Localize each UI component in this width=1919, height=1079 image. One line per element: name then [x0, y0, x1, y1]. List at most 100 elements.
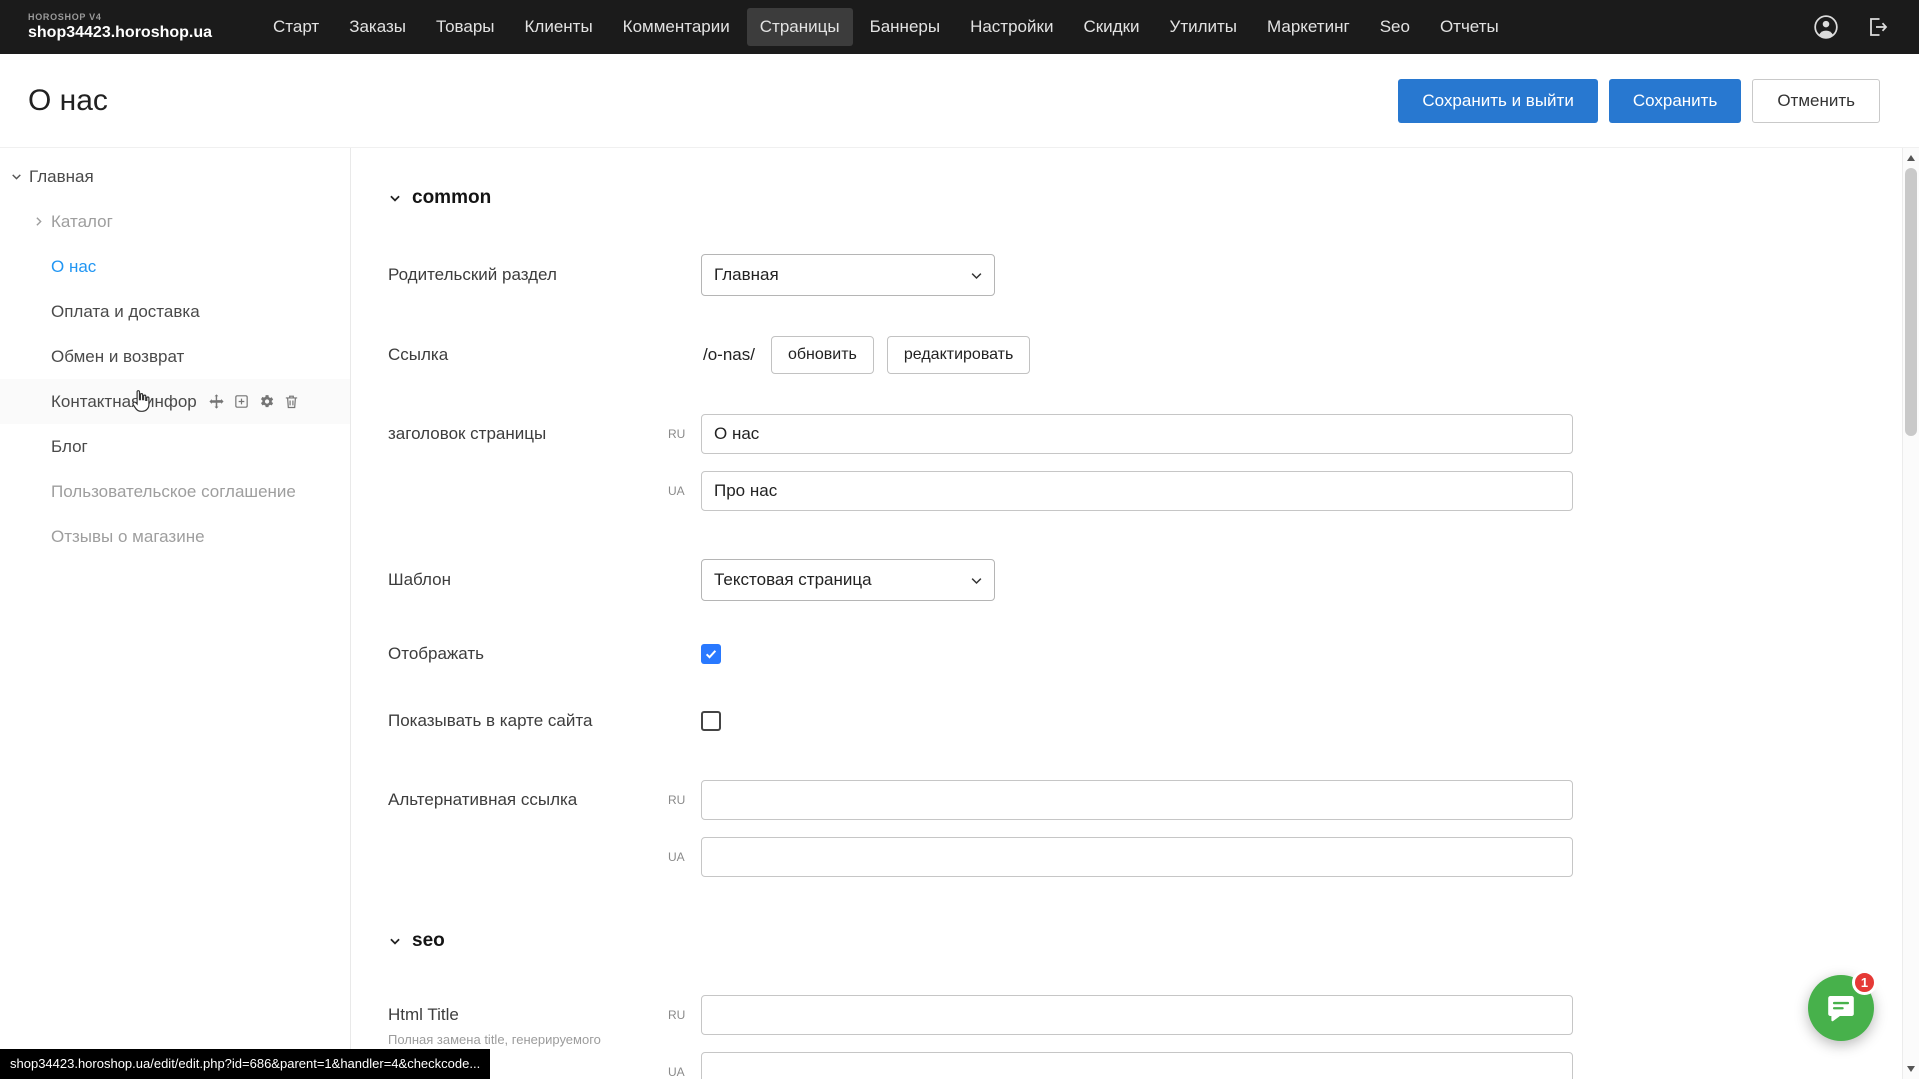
- nav-item-comments[interactable]: Комментарии: [610, 8, 743, 46]
- tree-item-kontaktnaya[interactable]: Контактная инфор: [0, 379, 350, 424]
- save-and-exit-button[interactable]: Сохранить и выйти: [1398, 79, 1597, 123]
- edit-form: common Родительский раздел Главная Ссылк…: [352, 148, 1902, 1079]
- alt-link-row: Альтернативная ссылка RU UA: [388, 780, 1902, 877]
- html-title-label: Html Title: [388, 1004, 668, 1025]
- pages-tree-sidebar: Главная Каталог О нас Оплата и доставка …: [0, 148, 351, 1079]
- parent-section-label: Родительский раздел: [388, 264, 668, 285]
- tree-item-label: Обмен и возврат: [51, 347, 184, 367]
- alt-link-ru-input[interactable]: [701, 780, 1573, 820]
- tree-item-label: Контактная инфор: [51, 392, 197, 412]
- nav-item-pages[interactable]: Страницы: [747, 8, 853, 46]
- html-title-row: Html Title Полная замена title, генериру…: [388, 995, 1902, 1079]
- sitemap-label: Показывать в карте сайта: [388, 710, 668, 731]
- nav-item-marketing[interactable]: Маркетинг: [1254, 8, 1363, 46]
- nav-item-products[interactable]: Товары: [423, 8, 507, 46]
- topbar: HOROSHOP V4 shop34423.horoshop.ua Старт …: [0, 0, 1919, 54]
- nav-item-start[interactable]: Старт: [260, 8, 332, 46]
- tree-item-actions: [208, 393, 300, 410]
- nav-item-settings[interactable]: Настройки: [957, 8, 1066, 46]
- html-title-ua-input[interactable]: [701, 1052, 1573, 1079]
- page-title: О нас: [28, 84, 108, 118]
- tree-item-label: Блог: [51, 437, 88, 457]
- tree-item-label: О нас: [51, 257, 96, 277]
- html-title-hint: Полная замена title, генерируемого: [388, 1032, 668, 1048]
- alt-link-label: Альтернативная ссылка: [388, 780, 668, 810]
- nav-item-seo[interactable]: Seo: [1367, 8, 1423, 46]
- tree-item-oplata[interactable]: Оплата и доставка: [0, 289, 350, 334]
- lang-badge-ru: RU: [668, 793, 701, 807]
- add-icon[interactable]: [233, 393, 250, 410]
- page-title-ua-input[interactable]: [701, 471, 1573, 511]
- tree-item-blog[interactable]: Блог: [0, 424, 350, 469]
- page-title-ru-input[interactable]: [701, 414, 1573, 454]
- move-icon[interactable]: [208, 393, 225, 410]
- lang-badge-ru: RU: [668, 427, 701, 441]
- status-url-tooltip: shop34423.horoshop.ua/edit/edit.php?id=6…: [0, 1049, 490, 1079]
- brand-block[interactable]: HOROSHOP V4 shop34423.horoshop.ua: [0, 13, 250, 41]
- alt-link-ua-input[interactable]: [701, 837, 1573, 877]
- nav-item-discounts[interactable]: Скидки: [1070, 8, 1152, 46]
- lang-badge-ua: UA: [668, 850, 701, 864]
- edit-link-button[interactable]: редактировать: [887, 336, 1030, 374]
- nav-item-utilities[interactable]: Утилиты: [1157, 8, 1251, 46]
- trash-icon[interactable]: [283, 393, 300, 410]
- gear-icon[interactable]: [258, 393, 275, 410]
- section-common[interactable]: common: [388, 186, 1902, 210]
- parent-section-value: Главная: [714, 265, 779, 285]
- lang-badge-ua: UA: [668, 1065, 701, 1079]
- chevron-down-icon[interactable]: [10, 170, 24, 183]
- page-header: О нас Сохранить и выйти Сохранить Отмени…: [0, 54, 1919, 148]
- lang-badge-ua: UA: [668, 484, 701, 498]
- nav-item-orders[interactable]: Заказы: [336, 8, 419, 46]
- scroll-down-arrow[interactable]: [1907, 1066, 1915, 1072]
- chat-unread-badge: 1: [1852, 970, 1877, 995]
- section-seo[interactable]: seo: [388, 929, 1902, 953]
- display-label: Отображать: [388, 643, 668, 664]
- nav-item-banners[interactable]: Баннеры: [857, 8, 954, 46]
- display-row: Отображать: [388, 643, 1902, 664]
- chevron-down-icon: [969, 268, 984, 283]
- section-seo-label: seo: [412, 930, 445, 952]
- nav-item-clients[interactable]: Клиенты: [512, 8, 606, 46]
- brand-domain: shop34423.horoshop.ua: [28, 24, 250, 42]
- tree-item-polzovatelskoe[interactable]: Пользовательское соглашение: [0, 469, 350, 514]
- parent-section-row: Родительский раздел Главная: [388, 254, 1902, 296]
- link-label: Ссылка: [388, 344, 668, 365]
- cancel-button[interactable]: Отменить: [1752, 79, 1880, 123]
- nav-item-reports[interactable]: Отчеты: [1427, 8, 1512, 46]
- lang-badge-ru: RU: [668, 1008, 701, 1022]
- html-title-ru-input[interactable]: [701, 995, 1573, 1035]
- tree-item-o-nas[interactable]: О нас: [0, 244, 350, 289]
- tree-item-katalog[interactable]: Каталог: [0, 199, 350, 244]
- chevron-down-icon: [969, 573, 984, 588]
- section-common-label: common: [412, 187, 491, 209]
- page-title-label: заголовок страницы: [388, 414, 668, 444]
- tree-item-label: Главная: [29, 167, 94, 187]
- topbar-right: [1813, 14, 1919, 40]
- chat-widget-button[interactable]: 1: [1808, 975, 1874, 1041]
- sitemap-row: Показывать в карте сайта: [388, 710, 1902, 731]
- page-title-row: заголовок страницы RU UA: [388, 414, 1902, 511]
- scroll-up-arrow[interactable]: [1907, 155, 1915, 161]
- tree-item-obmen[interactable]: Обмен и возврат: [0, 334, 350, 379]
- save-button[interactable]: Сохранить: [1609, 79, 1741, 123]
- logout-icon[interactable]: [1865, 15, 1889, 39]
- tree-item-glavnaya[interactable]: Главная: [0, 154, 350, 199]
- user-circle-icon[interactable]: [1813, 14, 1839, 40]
- display-checkbox[interactable]: [701, 644, 721, 664]
- template-select[interactable]: Текстовая страница: [701, 559, 995, 601]
- chevron-right-icon[interactable]: [32, 215, 46, 228]
- tree-item-otzyvy[interactable]: Отзывы о магазине: [0, 514, 350, 559]
- scrollbar-thumb[interactable]: [1905, 168, 1917, 436]
- parent-section-select[interactable]: Главная: [701, 254, 995, 296]
- chat-bubble-icon: [1825, 992, 1857, 1024]
- link-row: Ссылка /o-nas/ обновить редактировать: [388, 336, 1902, 374]
- sitemap-checkbox[interactable]: [701, 711, 721, 731]
- tree-item-label: Каталог: [51, 212, 113, 232]
- header-actions: Сохранить и выйти Сохранить Отменить: [1398, 79, 1880, 123]
- refresh-link-button[interactable]: обновить: [771, 336, 874, 374]
- vertical-scrollbar[interactable]: [1902, 148, 1919, 1079]
- chevron-down-icon: [388, 934, 402, 948]
- chevron-down-icon: [388, 191, 402, 205]
- main-nav: Старт Заказы Товары Клиенты Комментарии …: [260, 8, 1512, 46]
